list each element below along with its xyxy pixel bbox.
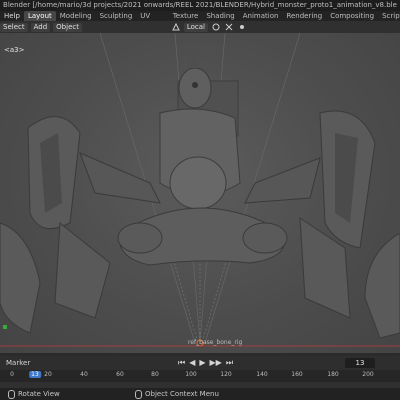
select-menu[interactable]: Select [0,22,28,32]
tab-modeling[interactable]: Modeling [56,11,96,21]
tick-label: 0 [10,371,14,378]
mouse-right-icon [135,389,142,399]
topbar: Help Layout Modeling Sculpting UV Editin… [0,11,400,30]
3d-viewport[interactable]: <a3> ref_base_bone_rig [0,33,400,353]
tick-label: 40 [80,371,88,378]
transform-orientation-icon[interactable] [171,23,181,32]
tab-rendering[interactable]: Rendering [282,11,326,21]
tick-label: 120 [220,371,232,378]
tick-label: 20 [44,371,52,378]
jump-end-icon[interactable]: ⏭ [226,358,233,368]
tick-label: 200 [362,371,374,378]
proportional-edit-icon[interactable] [237,23,247,32]
snap-icon[interactable] [224,23,234,32]
play-icon[interactable]: ▶ [199,358,205,368]
playback-controls: ⏮ ◀ ▶ ▶▶ ⏭ [178,358,233,368]
playhead-frame[interactable]: 13 [29,371,41,378]
monster-model [0,33,400,347]
status-middle-action: Object Context Menu [145,390,219,398]
tab-layout[interactable]: Layout [23,11,56,21]
tab-sculpting[interactable]: Sculpting [96,11,137,21]
tick-label: 60 [116,371,124,378]
jump-start-icon[interactable]: ⏮ [178,358,185,368]
orientation-dropdown[interactable]: Local [183,22,208,32]
add-menu[interactable]: Add [30,22,51,32]
prev-keyframe-icon[interactable]: ◀ [189,358,195,368]
marker-menu[interactable]: Marker [6,359,30,367]
window-title: Blender [/home/mario/3d projects/2021 on… [0,0,400,11]
mouse-middle-icon [8,389,15,399]
status-rotate: Rotate View [8,389,60,399]
next-keyframe-icon[interactable]: ▶▶ [210,358,222,368]
pivot-icon[interactable] [211,23,221,32]
tick-label: 160 [291,371,303,378]
tab-compositing[interactable]: Compositing [326,11,378,21]
help-menu[interactable]: Help [0,12,24,20]
status-left-action: Rotate View [18,390,60,398]
tick-label: 100 [185,371,197,378]
tab-animation[interactable]: Animation [239,11,283,21]
bone-label: ref_base_bone_rig [188,339,243,346]
object-menu[interactable]: Object [53,22,82,32]
timeline-header: Marker ⏮ ◀ ▶ ▶▶ ⏭ 13 [0,356,400,370]
status-context: Object Context Menu [135,389,219,399]
statusbar: Rotate View Object Context Menu [0,388,400,400]
timeline-ruler[interactable]: 0 13 20 40 60 80 100 120 140 160 180 200 [0,370,400,382]
tab-uv-editing[interactable]: UV Editing [136,11,168,30]
viewport-header: Select Add Object Local [0,21,400,33]
tab-shading[interactable]: Shading [202,11,238,21]
tick-label: 80 [151,371,159,378]
tab-scripting[interactable]: Scripting [378,11,400,21]
tick-label: 180 [327,371,339,378]
tab-texture-paint[interactable]: Texture Paint [169,11,203,30]
tick-label: 140 [256,371,268,378]
current-frame-field[interactable]: 13 [345,358,375,368]
